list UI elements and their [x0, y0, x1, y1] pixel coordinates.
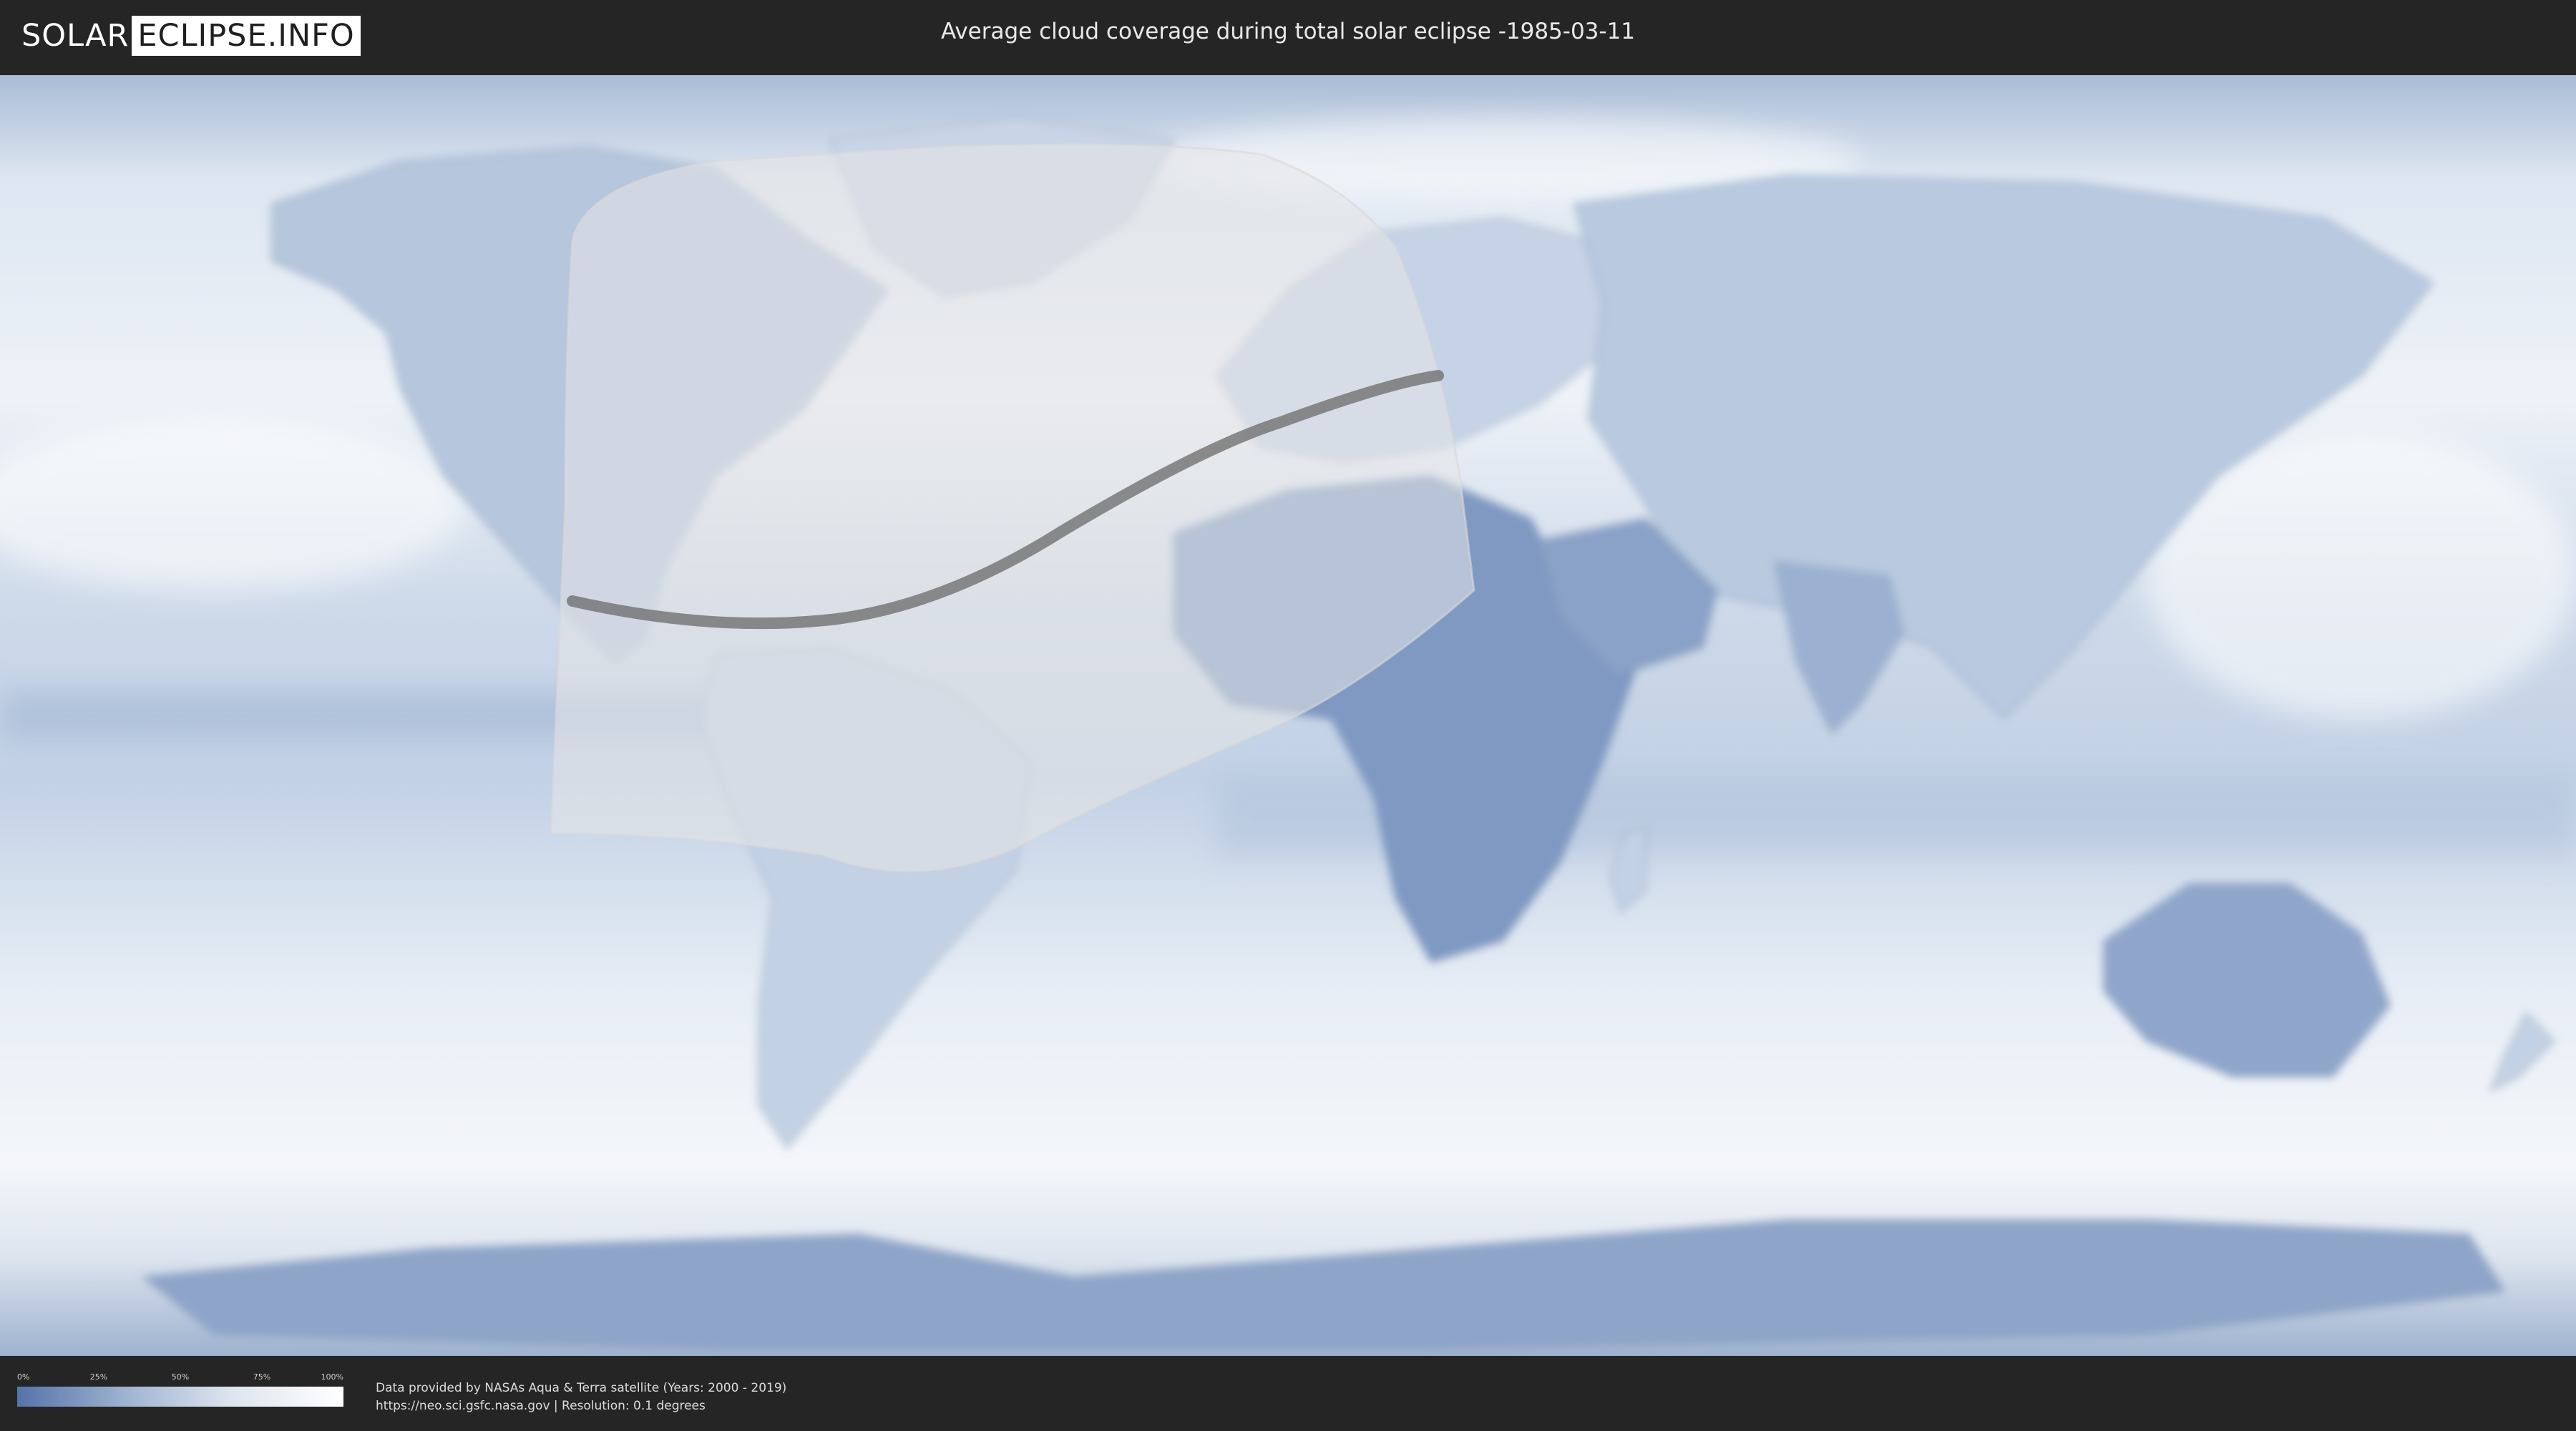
legend-ticks: 0% 25% 50% 75% 100% [17, 1372, 343, 1387]
data-credits: Data provided by NASAs Aqua & Terra sate… [376, 1379, 786, 1415]
world-map-svg [0, 75, 2576, 1356]
legend-tick-0: 0% [17, 1372, 30, 1382]
legend-color-bar [17, 1387, 343, 1407]
legend-tick-100: 100% [321, 1372, 343, 1382]
page-title: Average cloud coverage during total sola… [940, 19, 1636, 44]
credits-line-url[interactable]: https://neo.sci.gsfc.nasa.gov | Resoluti… [376, 1397, 786, 1415]
legend-tick-25: 25% [89, 1372, 108, 1382]
cloud-coverage-legend: 0% 25% 50% 75% 100% [17, 1372, 343, 1407]
credits-line-source: Data provided by NASAs Aqua & Terra sate… [376, 1381, 787, 1395]
header-bar: SOLAR ECLIPSE.INFO Average cloud coverag… [0, 0, 2576, 72]
legend-tick-50: 50% [171, 1372, 190, 1382]
cloud-coverage-map [0, 75, 2576, 1356]
legend-tick-75: 75% [253, 1372, 271, 1382]
